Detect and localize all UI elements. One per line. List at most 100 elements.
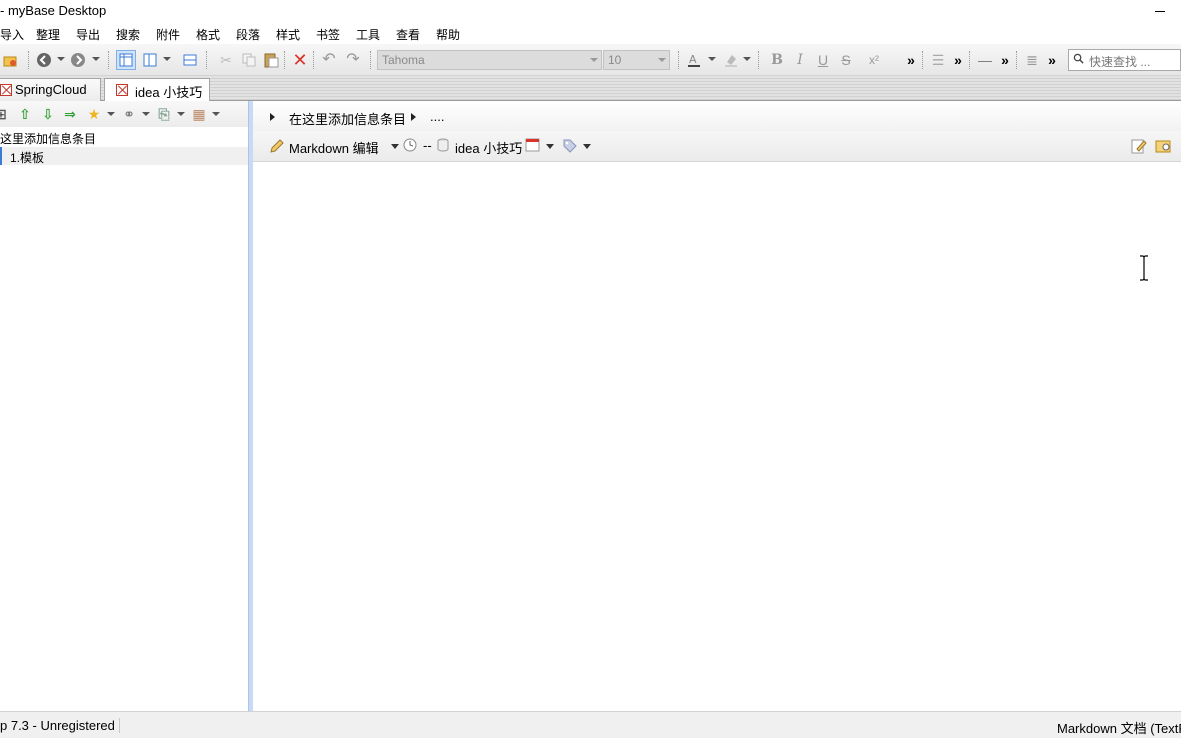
editor-mode-label[interactable]: Markdown 编辑 <box>289 138 379 157</box>
minimize-button[interactable] <box>1152 4 1170 18</box>
highlight-color-icon[interactable] <box>721 50 741 70</box>
open-database-icon[interactable] <box>0 50 20 70</box>
menu-paragraph[interactable]: 段落 <box>236 26 260 43</box>
breadcrumb-arrow-icon[interactable] <box>270 113 275 121</box>
database-icon <box>0 84 12 96</box>
editor-area[interactable] <box>253 162 1181 711</box>
breadcrumb: 在这里添加信息条目 .... <box>253 101 1181 131</box>
pencil-icon <box>269 138 285 154</box>
menu-organize[interactable]: 整理 <box>36 26 60 43</box>
calendar-icon[interactable] <box>525 137 540 152</box>
copy-icon[interactable] <box>239 50 259 70</box>
menu-tools[interactable]: 工具 <box>356 26 380 43</box>
new-item-icon[interactable]: ⊞ <box>0 105 10 123</box>
calendar-icon[interactable]: ▦ <box>190 105 208 123</box>
italic-button[interactable]: I <box>790 50 810 70</box>
star-dropdown-icon[interactable] <box>107 112 115 116</box>
font-name-select[interactable]: Tahoma <box>377 50 602 70</box>
modified-time: -- <box>423 138 432 153</box>
calendar-dropdown-icon[interactable] <box>212 112 220 116</box>
toolbar-separator <box>1016 51 1017 69</box>
font-size-select[interactable]: 10 <box>603 50 670 70</box>
breadcrumb-arrow-icon[interactable] <box>411 113 416 121</box>
attachment-icon[interactable]: ⎘ <box>155 105 173 123</box>
paste-icon[interactable] <box>261 50 281 70</box>
link-dropdown-icon[interactable] <box>142 112 150 116</box>
underline-button[interactable]: U <box>813 50 833 70</box>
calendar-dropdown-icon[interactable] <box>546 144 554 149</box>
tab-springcloud[interactable]: SpringCloud <box>0 78 101 101</box>
menu-bookmark[interactable]: 书签 <box>316 26 340 43</box>
more-format-button[interactable]: » <box>901 50 921 70</box>
tag-icon[interactable] <box>562 138 577 153</box>
toolbar-separator <box>969 51 970 69</box>
layout-switch-icon[interactable] <box>140 50 160 70</box>
title-bar: - myBase Desktop <box>0 0 1181 24</box>
tree-item[interactable]: 1.模板 <box>0 147 248 165</box>
tab-label: idea 小技巧 <box>135 85 203 100</box>
menu-help[interactable]: 帮助 <box>436 26 460 43</box>
toolbar-separator <box>678 51 679 69</box>
superscript-button[interactable]: x² <box>864 50 884 70</box>
clock-icon <box>403 138 417 152</box>
menu-import[interactable]: 导入 <box>0 26 24 43</box>
highlight-dropdown-icon[interactable] <box>743 57 751 61</box>
search-note-icon[interactable] <box>1155 138 1173 154</box>
menu-export[interactable]: 导出 <box>76 26 100 43</box>
list-icon[interactable]: ☰ <box>928 50 948 70</box>
attachment-dropdown-icon[interactable] <box>177 112 185 116</box>
quick-search-placeholder: 快速查找 ... <box>1089 55 1151 69</box>
chevron-down-icon <box>590 58 598 62</box>
back-dropdown-icon[interactable] <box>57 57 65 61</box>
editor-mode-dropdown-icon[interactable] <box>391 144 399 149</box>
text-cursor-icon <box>1140 255 1148 281</box>
tag-dropdown-icon[interactable] <box>583 144 591 149</box>
menu-attachment[interactable]: 附件 <box>156 26 180 43</box>
horizontal-rule-icon[interactable]: — <box>975 50 995 70</box>
menu-view[interactable]: 查看 <box>396 26 420 43</box>
move-right-icon[interactable]: ⇒ <box>61 105 79 123</box>
forward-dropdown-icon[interactable] <box>92 57 100 61</box>
toolbar-separator <box>28 51 29 69</box>
tab-idea-tips[interactable]: idea 小技巧 <box>104 78 210 102</box>
search-icon <box>1073 53 1084 64</box>
menu-search[interactable]: 搜索 <box>116 26 140 43</box>
quick-search-input[interactable]: 快速查找 ... <box>1068 49 1181 71</box>
move-down-icon[interactable]: ⇩ <box>39 105 57 123</box>
document-title[interactable]: idea 小技巧 <box>455 138 522 157</box>
more-paragraph-button[interactable]: » <box>1042 50 1062 70</box>
redo-icon[interactable]: ↷ <box>343 50 363 70</box>
forward-arrow-icon[interactable] <box>68 50 88 70</box>
tree-root-item[interactable]: 这里添加信息条目 <box>0 128 248 146</box>
more-insert-button[interactable]: » <box>995 50 1015 70</box>
chevron-down-icon <box>658 58 666 62</box>
outline-pane: ⊞ ⇧ ⇩ ⇒ ★ ⚭ ⎘ ▦ 这里添加信息条目 1.模板 <box>0 101 248 711</box>
split-view-icon[interactable] <box>180 50 200 70</box>
indent-icon[interactable]: ≣ <box>1022 50 1042 70</box>
bold-button[interactable]: B <box>767 50 787 70</box>
breadcrumb-item[interactable]: 在这里添加信息条目 <box>289 109 406 128</box>
star-icon[interactable]: ★ <box>85 105 103 123</box>
menu-style[interactable]: 样式 <box>276 26 300 43</box>
font-color-dropdown-icon[interactable] <box>708 57 716 61</box>
layout-panes-icon[interactable] <box>116 50 136 70</box>
move-up-icon[interactable]: ⇧ <box>16 105 34 123</box>
delete-icon[interactable]: ✕ <box>290 50 310 70</box>
breadcrumb-more[interactable]: .... <box>430 109 444 124</box>
font-size-value: 10 <box>608 53 622 67</box>
status-app-info: p 7.3 - Unregistered <box>0 718 120 733</box>
more-list-button[interactable]: » <box>948 50 968 70</box>
content-pane: 在这里添加信息条目 .... Markdown 编辑 -- idea 小技巧 <box>253 101 1181 711</box>
document-tabs: SpringCloud idea 小技巧 <box>0 76 1181 102</box>
back-arrow-icon[interactable] <box>34 50 54 70</box>
toolbar-separator <box>313 51 314 69</box>
menu-format[interactable]: 格式 <box>196 26 220 43</box>
undo-icon[interactable]: ↶ <box>319 50 339 70</box>
layout-dropdown-icon[interactable] <box>163 57 171 61</box>
edit-note-icon[interactable] <box>1131 138 1147 154</box>
link-icon[interactable]: ⚭ <box>120 105 138 123</box>
font-color-icon[interactable]: A <box>684 50 704 70</box>
tab-label: SpringCloud <box>15 82 87 97</box>
cut-icon[interactable]: ✂ <box>216 50 236 70</box>
strikethrough-button[interactable]: S <box>836 50 856 70</box>
